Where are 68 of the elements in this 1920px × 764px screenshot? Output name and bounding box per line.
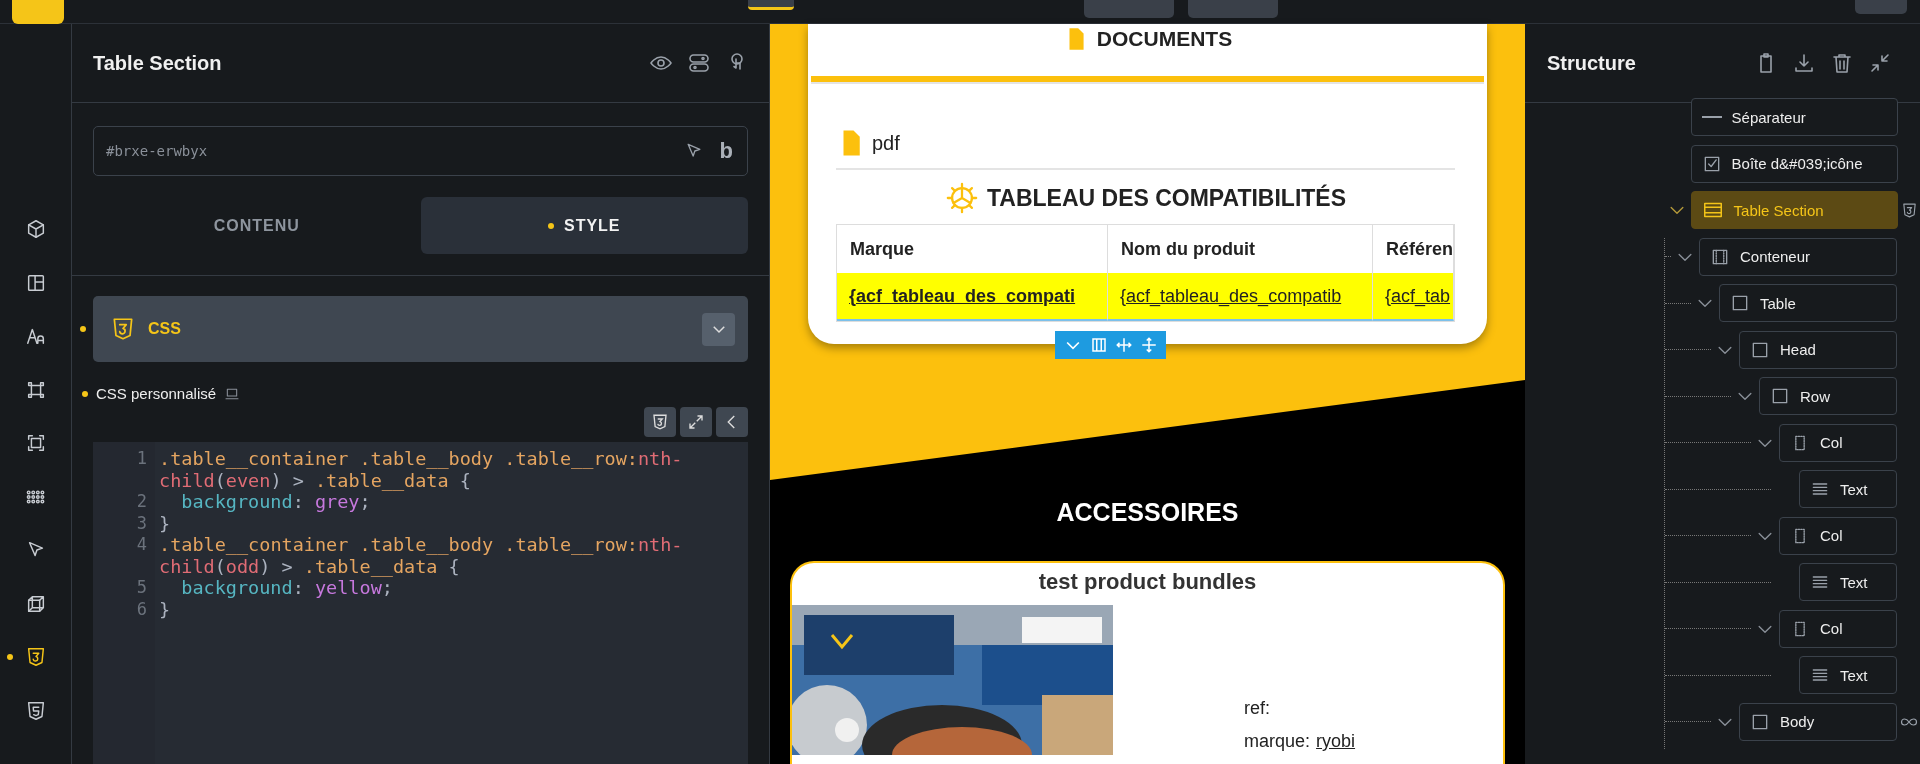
chevron-button[interactable] <box>702 312 735 346</box>
accordion-header[interactable]: CSS <box>93 296 748 362</box>
selector-field[interactable]: #brxe-erwbyx b <box>93 126 748 176</box>
expand-button[interactable] <box>680 407 712 437</box>
line-icon <box>1701 116 1722 118</box>
square-icon <box>1770 386 1790 406</box>
vertical-resize-icon[interactable] <box>1140 336 1159 354</box>
collapse-icon[interactable] <box>1868 51 1892 75</box>
tree-item[interactable]: Text <box>1799 656 1897 694</box>
code-line: child(even) > .table__data { <box>159 469 472 491</box>
tree-item[interactable]: Conteneur <box>1699 237 1897 276</box>
table-cell: {acf_tableau_des_compati <box>837 273 1108 321</box>
tree-item[interactable]: Séparateur <box>1690 98 1899 136</box>
code-line: background: grey; <box>180 491 372 513</box>
collapse-button[interactable] <box>716 407 748 437</box>
square-icon <box>1730 293 1750 313</box>
info-label: marque: <box>1244 731 1311 752</box>
tree-item[interactable]: Table <box>1719 284 1897 322</box>
toggle-icon[interactable] <box>687 51 711 75</box>
line-number: 5 <box>135 577 148 599</box>
columns-icon[interactable] <box>1089 336 1108 354</box>
line-number: 1 <box>135 448 148 470</box>
line-number: 4 <box>135 534 148 556</box>
trash-icon[interactable] <box>1830 51 1854 75</box>
table-cell: {acf_tableau_des_compatib <box>1108 273 1373 321</box>
accordion-label: CSS <box>148 320 182 338</box>
download-icon[interactable] <box>1792 51 1816 75</box>
tree-item[interactable]: Col <box>1779 516 1897 555</box>
expand-icon <box>687 413 705 431</box>
tab[interactable]: STYLE <box>420 197 748 254</box>
panel-title: Structure <box>1547 51 1637 75</box>
field-label: CSS personnalisé <box>96 385 217 402</box>
tab[interactable]: CONTENU <box>93 197 421 254</box>
tree-item[interactable]: Text <box>1799 470 1897 508</box>
tree-item[interactable]: Boîte d&#039;icône <box>1690 144 1899 183</box>
element-toolbar[interactable] <box>1055 331 1166 359</box>
product-title: test product bundles <box>1037 568 1258 596</box>
tree-item[interactable]: Row <box>1759 377 1897 415</box>
section-heading: DOCUMENTS <box>1096 27 1233 51</box>
table-title: TABLEAU DES COMPATIBILITÉS <box>986 184 1347 212</box>
file-label: pdf <box>872 131 900 155</box>
code-line: background: yellow; <box>180 577 394 599</box>
line-number: 2 <box>135 491 148 513</box>
tree-item[interactable]: Table Section <box>1690 191 1899 229</box>
css3-icon <box>651 413 669 431</box>
css-button[interactable] <box>644 407 676 437</box>
tree-item[interactable]: Body <box>1739 702 1897 741</box>
code-line: .table__container .table__body .table__row:nth- <box>159 448 684 470</box>
gear-icon <box>944 181 979 215</box>
info-label: ref: <box>1244 698 1270 719</box>
brand-link[interactable]: ryobi <box>1316 731 1356 752</box>
code-line: child(odd) > .table__data { <box>159 555 461 577</box>
logo-letter[interactable]: b <box>719 138 733 164</box>
code-line: } <box>159 598 172 620</box>
tree-item[interactable]: Text <box>1799 563 1897 601</box>
panel-title: Table Section <box>93 51 223 75</box>
code-line: } <box>159 512 172 534</box>
tree-item[interactable]: Col <box>1779 609 1897 648</box>
code-line: .table__container .table__body .table__row:nth- <box>159 534 684 556</box>
toolbar-button[interactable] <box>748 0 794 10</box>
horizontal-resize-icon[interactable] <box>1115 336 1134 354</box>
line-number: 6 <box>135 598 148 620</box>
css3-icon <box>1900 201 1918 219</box>
table-cell: {acf_tab <box>1373 273 1454 321</box>
tree-item[interactable]: Head <box>1739 330 1897 369</box>
tree-item[interactable]: Col <box>1779 423 1897 462</box>
line-number: 3 <box>135 512 148 534</box>
section-heading: ACCESSOIRES <box>1056 496 1239 528</box>
